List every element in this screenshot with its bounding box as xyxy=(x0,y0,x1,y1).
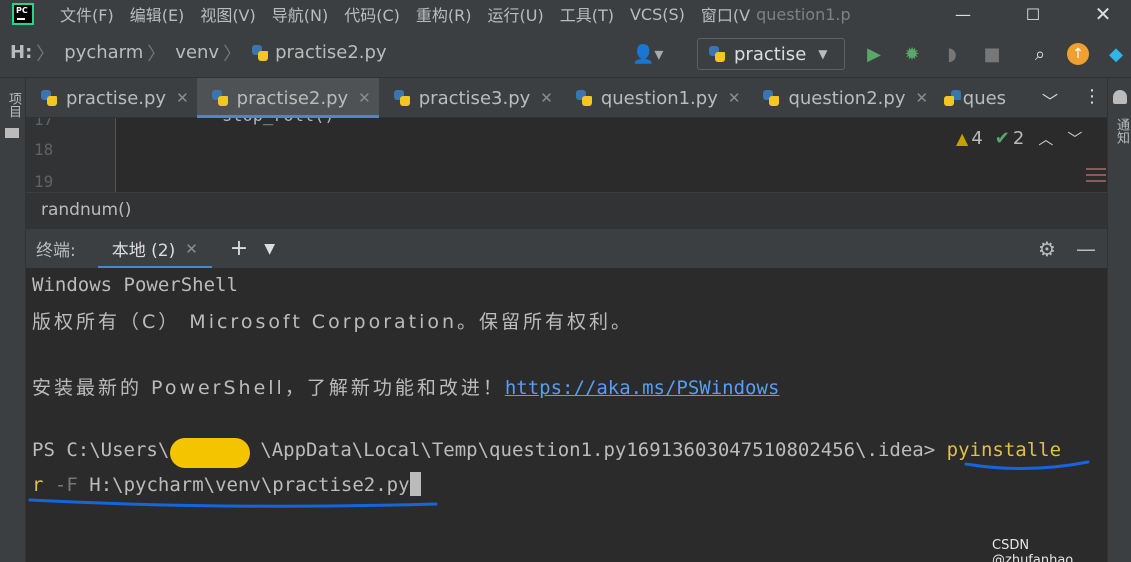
warning-icon: ▲ xyxy=(956,129,969,148)
terminal-title: 终端: xyxy=(36,241,76,261)
chevron-down-icon[interactable]: ▼ xyxy=(264,241,275,257)
chevron-down-icon[interactable]: ﹀ xyxy=(1067,128,1082,149)
breadcrumb-venv[interactable]: venv xyxy=(175,42,219,63)
tab-label: practise3.py xyxy=(418,87,531,109)
navigation-bar: H: 〉 pycharm 〉 venv 〉 practise2.py 👤▾ pr… xyxy=(0,28,1131,78)
tab-label: practise2.py xyxy=(236,87,349,109)
menu-item-refactor[interactable]: 重构(R) xyxy=(416,2,472,26)
chevron-down-icon: ▼ xyxy=(818,47,828,61)
chevron-up-icon[interactable]: ︿ xyxy=(1038,128,1053,149)
watermark: CSDN @zhufanhao xyxy=(992,538,1074,562)
underline-annotation-command xyxy=(964,460,1090,471)
chevron-right-icon: 〉 xyxy=(147,43,166,65)
underline-annotations xyxy=(28,460,1090,508)
breadcrumb-pycharm[interactable]: pycharm xyxy=(64,42,143,63)
python-file-icon xyxy=(393,89,411,107)
code-line[interactable]: stop_roll() xyxy=(222,118,335,126)
tab-label: ques xyxy=(962,87,1007,109)
python-file-icon xyxy=(762,89,780,107)
gear-icon[interactable]: ⚙ xyxy=(1038,237,1056,261)
close-tab-icon[interactable]: ✕ xyxy=(540,89,553,107)
user-account-icon[interactable]: 👤▾ xyxy=(632,44,663,65)
minimize-icon[interactable]: — xyxy=(940,0,986,28)
hide-panel-icon[interactable]: — xyxy=(1076,237,1096,261)
close-tab-icon[interactable]: ✕ xyxy=(728,89,741,107)
close-tab-icon[interactable]: ✕ xyxy=(915,89,928,107)
menu-item-vcs[interactable]: VCS(S) xyxy=(630,5,685,24)
terminal-tab-label: 本地 (2) xyxy=(111,241,176,261)
line-number: 17 xyxy=(34,118,54,129)
tab-practise2[interactable]: practise2.py ✕ xyxy=(196,78,379,118)
tab-question1[interactable]: question1.py ✕ xyxy=(561,78,749,118)
logo-text: PC xyxy=(16,6,28,15)
tab-label: question2.py xyxy=(788,87,906,109)
close-window-icon[interactable]: ✕ xyxy=(1080,0,1126,28)
window-title: question1.p xyxy=(756,4,851,24)
notifications-tool-button[interactable]: 通知 xyxy=(1112,118,1131,144)
breadcrumb-file[interactable]: practise2.py xyxy=(275,42,387,63)
run-icon[interactable]: ▶ xyxy=(862,42,886,66)
python-file-icon xyxy=(251,44,269,62)
tab-practise[interactable]: practise.py ✕ xyxy=(26,78,197,118)
underline-annotation-path xyxy=(28,498,438,508)
close-tab-icon[interactable]: ✕ xyxy=(176,89,189,107)
close-tab-icon[interactable]: ✕ xyxy=(185,240,198,258)
chevron-right-icon: 〉 xyxy=(36,43,55,65)
update-icon[interactable]: ↑ xyxy=(1066,42,1090,66)
menu-item-code[interactable]: 代码(C) xyxy=(344,2,400,26)
folder-icon[interactable] xyxy=(5,128,19,138)
python-file-icon xyxy=(40,89,58,107)
chevron-right-icon: 〉 xyxy=(223,43,242,65)
tab-label: practise.py xyxy=(66,87,167,109)
tab-question2[interactable]: question2.py ✕ xyxy=(748,78,936,118)
maximize-icon[interactable]: ☐ xyxy=(1010,0,1056,28)
line-number: 19 xyxy=(34,172,54,191)
menu-item-file[interactable]: 文件(F) xyxy=(60,2,114,26)
menu-item-tools[interactable]: 工具(T) xyxy=(560,2,614,26)
left-tool-strip: 项目 xyxy=(0,78,26,562)
more-options-icon[interactable]: ⋮ xyxy=(1083,86,1101,107)
weak-warning-count: 2 xyxy=(1012,128,1025,149)
menu-item-view[interactable]: 视图(V) xyxy=(200,2,255,26)
line-number-gutter: 17 18 19 xyxy=(26,118,116,192)
debug-bug-icon[interactable]: ✹ xyxy=(900,42,924,66)
search-icon[interactable]: ⌕ xyxy=(1028,42,1052,66)
run-configuration-label: practise xyxy=(734,43,807,65)
menu-item-run[interactable]: 运行(U) xyxy=(488,2,544,26)
run-configuration-select[interactable]: practise ▼ xyxy=(697,38,845,70)
code-editor[interactable]: 17 18 19 stop_roll() ▲ 4 ✔ 2 ︿ ﹀ xyxy=(26,118,1107,192)
menu-item-edit[interactable]: 编辑(E) xyxy=(130,2,185,26)
close-tab-icon[interactable]: ✕ xyxy=(358,89,371,107)
line-number: 18 xyxy=(34,140,54,159)
python-icon xyxy=(708,45,726,63)
terminal-output[interactable]: Windows PowerShell 版权所有（C） Microsoft Cor… xyxy=(26,268,1107,562)
jetbrains-ai-icon[interactable]: ◆ xyxy=(1104,42,1128,66)
project-tool-button[interactable]: 项目 xyxy=(4,92,23,118)
function-breadcrumb[interactable]: randnum() xyxy=(26,192,1107,228)
python-file-icon xyxy=(943,89,962,107)
error-stripe-marks[interactable] xyxy=(1086,168,1106,186)
menu-item-window[interactable]: 窗口(V xyxy=(701,2,750,26)
terminal-tab-local[interactable]: 本地 (2) ✕ xyxy=(96,229,214,269)
right-tool-strip: 通知 xyxy=(1107,78,1131,562)
python-file-icon xyxy=(575,89,593,107)
editor-tab-bar: practise.py ✕ practise2.py ✕ practise3.p… xyxy=(26,78,1107,118)
tab-practise3[interactable]: practise3.py ✕ xyxy=(379,78,561,118)
menu-item-navigate[interactable]: 导航(N) xyxy=(272,2,328,26)
stop-icon[interactable]: ■ xyxy=(980,42,1004,66)
check-icon: ✔ xyxy=(994,128,1010,149)
notification-bell-icon[interactable] xyxy=(1113,90,1127,104)
chevron-down-icon[interactable]: ﹀ xyxy=(1042,88,1058,112)
python-file-icon xyxy=(211,89,229,107)
tab-label: question1.py xyxy=(600,87,718,109)
terminal-header: 终端: 本地 (2) ✕ + ▼ ⚙ — xyxy=(26,228,1107,269)
tab-question-truncated[interactable]: ques xyxy=(936,78,1006,118)
inspection-widget[interactable]: ▲ 4 ✔ 2 ︿ ﹀ xyxy=(956,128,1082,149)
coverage-icon[interactable]: ◗ xyxy=(940,42,964,66)
add-terminal-icon[interactable]: + xyxy=(230,236,248,261)
menu-bar: PC 文件(F) 编辑(E) 视图(V) 导航(N) 代码(C) 重构(R) 运… xyxy=(0,0,1131,28)
breadcrumb-drive[interactable]: H: xyxy=(10,42,32,63)
warning-count: 4 xyxy=(971,128,983,149)
pycharm-logo-icon[interactable]: PC xyxy=(12,3,34,25)
